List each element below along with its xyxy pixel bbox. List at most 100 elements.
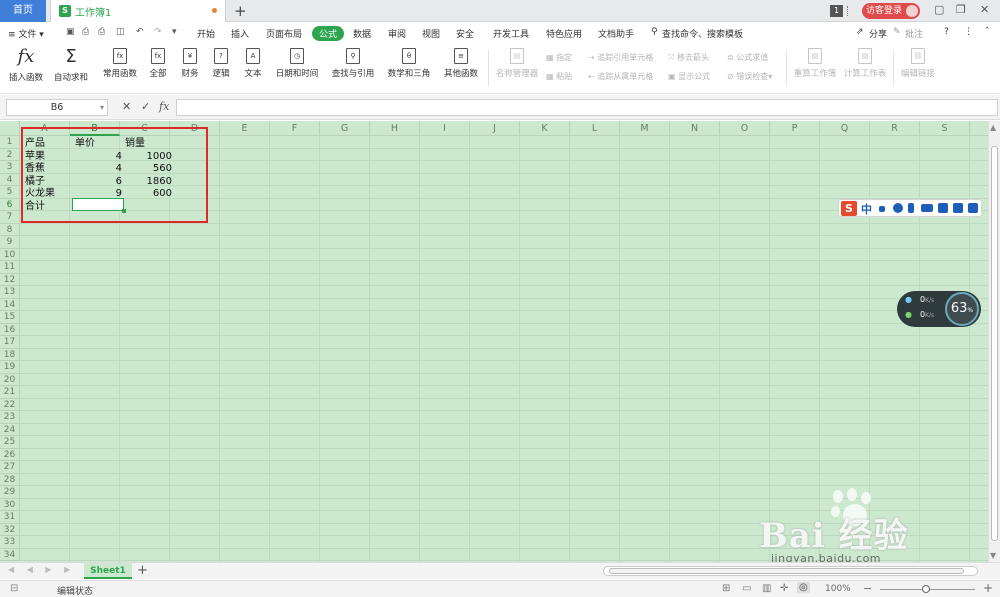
zoom-out-icon[interactable]: − [863, 582, 872, 595]
row-header-10[interactable]: 10 [0, 248, 20, 261]
error-check-button[interactable]: ⊘ 错误检查▾ [727, 71, 772, 82]
row-header-18[interactable]: 18 [0, 348, 20, 361]
row-header-31[interactable]: 31 [0, 511, 20, 524]
lookup-button[interactable]: ⚲ 查找与引用 [328, 46, 378, 79]
row-header-9[interactable]: 9 [0, 236, 20, 249]
row-header-26[interactable]: 26 [0, 448, 20, 461]
row-header-24[interactable]: 24 [0, 423, 20, 436]
emoji-icon[interactable] [893, 203, 903, 213]
tab-developer[interactable]: 开发工具 [493, 27, 529, 40]
row-header-11[interactable]: 11 [0, 261, 20, 274]
edit-links-button[interactable]: ⛓ 编辑链接 [898, 46, 938, 79]
row-header-29[interactable]: 29 [0, 486, 20, 499]
tab-page-layout[interactable]: 页面布局 [266, 27, 302, 40]
row-header-28[interactable]: 28 [0, 473, 20, 486]
sheet-tab-sheet1[interactable]: Sheet1 [84, 563, 132, 579]
row-header-33[interactable]: 33 [0, 536, 20, 549]
add-sheet-button[interactable]: + [137, 563, 148, 578]
page-break-view-icon[interactable]: ▥ [762, 583, 771, 594]
collapse-ribbon-icon[interactable]: ˆ [985, 27, 990, 37]
grid-apps-icon[interactable] [968, 203, 978, 213]
row-header-1[interactable]: 1 [0, 136, 20, 149]
datetime-button[interactable]: ◷ 日期和时间 [272, 46, 322, 79]
page-layout-view-icon[interactable]: ▭ [742, 583, 751, 594]
undo-icon[interactable]: ↶ [136, 27, 144, 37]
row-header-27[interactable]: 27 [0, 461, 20, 474]
tab-formula[interactable]: 公式 [312, 26, 345, 41]
row-header-20[interactable]: 20 [0, 373, 20, 386]
skin-icon[interactable] [953, 203, 963, 213]
save-icon[interactable]: ▣ [66, 27, 75, 37]
keyboard-icon[interactable] [921, 204, 933, 212]
cancel-icon[interactable]: ✕ [122, 100, 131, 113]
trace-precedents-button[interactable]: ⇢ 追踪引用单元格 [588, 52, 653, 63]
horizontal-scrollbar[interactable] [603, 566, 978, 576]
paste-name-button[interactable]: ▦ 粘贴 [546, 71, 572, 82]
evaluate-formula-button[interactable]: ⊜ 公式求值 [727, 52, 768, 63]
other-functions-button[interactable]: ≡ 其他函数 [440, 46, 482, 79]
window-count-badge[interactable]: 1 [830, 5, 843, 17]
column-header-F[interactable]: F [270, 121, 320, 136]
define-name-button[interactable]: ▦ 指定 [546, 52, 572, 63]
search-command[interactable]: 查找命令、搜索模板 [662, 27, 743, 40]
ime-lang-toggle[interactable]: 中 [861, 201, 872, 217]
row-header-17[interactable]: 17 [0, 336, 20, 349]
autosum-button[interactable]: Σ 自动求和 [50, 46, 92, 83]
text-button[interactable]: A 文本 [240, 46, 266, 79]
column-header-I[interactable]: I [420, 121, 470, 136]
column-header-J[interactable]: J [470, 121, 520, 136]
column-header-P[interactable]: P [770, 121, 820, 136]
row-header-22[interactable]: 22 [0, 398, 20, 411]
column-header-K[interactable]: K [520, 121, 570, 136]
show-formulas-button[interactable]: ▣ 显示公式 [668, 71, 710, 82]
row-header-21[interactable]: 21 [0, 386, 20, 399]
export-icon[interactable]: ⎙ [82, 27, 89, 37]
minimize-icon[interactable]: ▢ [934, 3, 944, 16]
tab-start[interactable]: 开始 [197, 27, 215, 40]
tab-review[interactable]: 审阅 [388, 27, 406, 40]
vertical-scroll-thumb[interactable] [991, 146, 998, 541]
row-header-34[interactable]: 34 [0, 548, 20, 561]
quick-access-dropdown-icon[interactable]: ▾ [172, 27, 177, 37]
tab-view[interactable]: 视图 [422, 27, 440, 40]
trace-dependents-button[interactable]: ⇠ 追踪从属单元格 [588, 71, 653, 82]
user-icon[interactable] [938, 203, 948, 213]
zoom-slider-knob[interactable] [922, 585, 930, 593]
row-header-30[interactable]: 30 [0, 498, 20, 511]
column-header-G[interactable]: G [320, 121, 370, 136]
ime-toolbar[interactable]: S 中 [838, 199, 982, 217]
column-header-M[interactable]: M [620, 121, 670, 136]
help-icon[interactable]: ? [944, 27, 949, 37]
tab-home[interactable]: 首页 [0, 0, 46, 22]
row-header-16[interactable]: 16 [0, 323, 20, 336]
financial-button[interactable]: ¥ 财务 [177, 46, 203, 79]
network-monitor-widget[interactable]: ● 0K/s ● 0K/s 63% [897, 291, 981, 327]
column-header-O[interactable]: O [720, 121, 770, 136]
row-header-2[interactable]: 2 [0, 148, 20, 161]
tab-special[interactable]: 特色应用 [546, 27, 582, 40]
column-header-N[interactable]: N [670, 121, 720, 136]
row-header-13[interactable]: 13 [0, 286, 20, 299]
name-manager-button[interactable]: ▤ 名称管理器 [494, 46, 540, 79]
close-icon[interactable]: ✕ [980, 3, 989, 16]
column-header-Q[interactable]: Q [820, 121, 870, 136]
tab-doc-assistant[interactable]: 文档助手 [598, 27, 634, 40]
more-icon[interactable]: ⋮ [964, 27, 973, 37]
print-icon[interactable]: ⎙ [98, 27, 105, 37]
tab-security[interactable]: 安全 [456, 27, 474, 40]
restore-icon[interactable]: ❐ [956, 3, 966, 16]
column-header-S[interactable]: S [920, 121, 970, 136]
row-header-7[interactable]: 7 [0, 211, 20, 224]
normal-view-icon[interactable]: ⊞ [722, 583, 730, 594]
punctuation-icon[interactable] [879, 206, 885, 212]
zoom-slider[interactable] [880, 585, 975, 593]
remove-arrows-button[interactable]: ⤧ 移去箭头 [668, 52, 709, 63]
row-header-8[interactable]: 8 [0, 223, 20, 236]
visitor-login-button[interactable]: 访客登录 [862, 3, 920, 19]
share-button[interactable]: 分享 [869, 27, 887, 40]
row-header-4[interactable]: 4 [0, 173, 20, 186]
tab-workbook[interactable]: S 工作簿1 [50, 0, 226, 22]
column-header-R[interactable]: R [870, 121, 920, 136]
new-tab-button[interactable]: + [234, 2, 247, 20]
row-header-5[interactable]: 5 [0, 186, 20, 199]
